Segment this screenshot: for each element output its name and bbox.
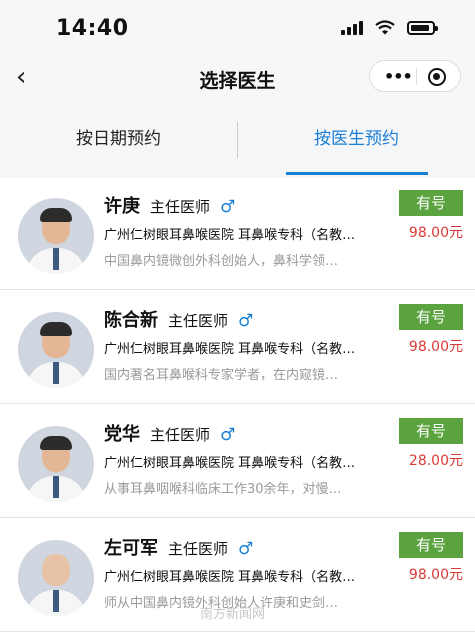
doctor-card[interactable]: 陈合新 主任医师 ♂ 广州仁树眼耳鼻喉医院 耳鼻喉专科（名教… 国内著名耳鼻喉科… <box>0 292 475 404</box>
male-icon: ♂ <box>220 197 236 217</box>
doctor-price: 98.00元 <box>408 339 463 355</box>
availability-badge[interactable]: 有号 <box>399 418 463 444</box>
doctor-price: 98.00元 <box>408 225 463 241</box>
availability-badge[interactable]: 有号 <box>399 304 463 330</box>
doctor-card[interactable]: 党华 主任医师 ♂ 广州仁树眼耳鼻喉医院 耳鼻喉专科（名教… 从事耳鼻咽喉科临床… <box>0 406 475 518</box>
status-icons <box>341 20 438 35</box>
male-icon: ♂ <box>238 311 254 331</box>
doctor-price: 28.00元 <box>408 453 463 469</box>
doctor-avatar <box>18 426 94 502</box>
watermark: 南方新闻网 <box>200 607 266 622</box>
status-time: 14:40 <box>56 16 129 41</box>
doctor-title: 主任医师 <box>168 312 229 330</box>
doctor-intro: 中国鼻内镜微创外科创始人，鼻科学领… <box>104 254 339 269</box>
doctor-hospital: 广州仁树眼耳鼻喉医院 耳鼻喉专科（名教… <box>104 570 356 585</box>
male-icon: ♂ <box>238 539 254 559</box>
male-icon: ♂ <box>220 425 236 445</box>
doctor-title: 主任医师 <box>150 198 211 216</box>
doctor-name: 左可军 <box>104 538 158 559</box>
doctor-name-line: 左可军 主任医师 ♂ <box>104 534 253 560</box>
doctor-avatar <box>18 198 94 274</box>
tab-bar: 按日期预约 按医生预约 <box>0 100 475 178</box>
mini-program-capsule: ••• <box>369 60 461 92</box>
active-tab-indicator <box>286 172 428 175</box>
doctor-avatar <box>18 312 94 388</box>
more-icon[interactable]: ••• <box>384 67 413 86</box>
tab-by-doctor[interactable]: 按医生预约 <box>238 100 475 178</box>
availability-badge[interactable]: 有号 <box>399 532 463 558</box>
doctor-hospital: 广州仁树眼耳鼻喉医院 耳鼻喉专科（名教… <box>104 456 356 471</box>
doctor-name: 陈合新 <box>104 310 158 331</box>
doctor-price: 98.00元 <box>408 567 463 583</box>
doctor-card[interactable]: 许庚 主任医师 ♂ 广州仁树眼耳鼻喉医院 耳鼻喉专科（名教… 中国鼻内镜微创外科… <box>0 178 475 290</box>
doctor-name-line: 许庚 主任医师 ♂ <box>104 192 235 218</box>
nav-bar: ‹ 选择医生 ••• <box>0 56 475 100</box>
doctor-hospital: 广州仁树眼耳鼻喉医院 耳鼻喉专科（名教… <box>104 342 356 357</box>
availability-badge[interactable]: 有号 <box>399 190 463 216</box>
doctor-title: 主任医师 <box>150 426 211 444</box>
doctor-name-line: 党华 主任医师 ♂ <box>104 420 235 446</box>
capsule-divider <box>416 68 417 85</box>
doctor-hospital: 广州仁树眼耳鼻喉医院 耳鼻喉专科（名教… <box>104 228 356 243</box>
tab-by-date[interactable]: 按日期预约 <box>0 100 237 178</box>
status-bar: 14:40 <box>0 0 475 56</box>
battery-icon <box>407 20 438 35</box>
close-target-icon[interactable] <box>428 68 446 86</box>
doctor-title: 主任医师 <box>168 540 229 558</box>
doctor-name: 许庚 <box>104 196 140 217</box>
doctor-intro: 国内著名耳鼻喉科专家学者，在内窥镜… <box>104 368 339 383</box>
doctor-name-line: 陈合新 主任医师 ♂ <box>104 306 253 332</box>
doctor-avatar <box>18 540 94 616</box>
doctor-name: 党华 <box>104 424 140 445</box>
signal-icon <box>341 20 363 35</box>
doctor-intro: 从事耳鼻咽喉科临床工作30余年，对慢… <box>104 482 342 497</box>
wifi-icon <box>375 20 395 35</box>
